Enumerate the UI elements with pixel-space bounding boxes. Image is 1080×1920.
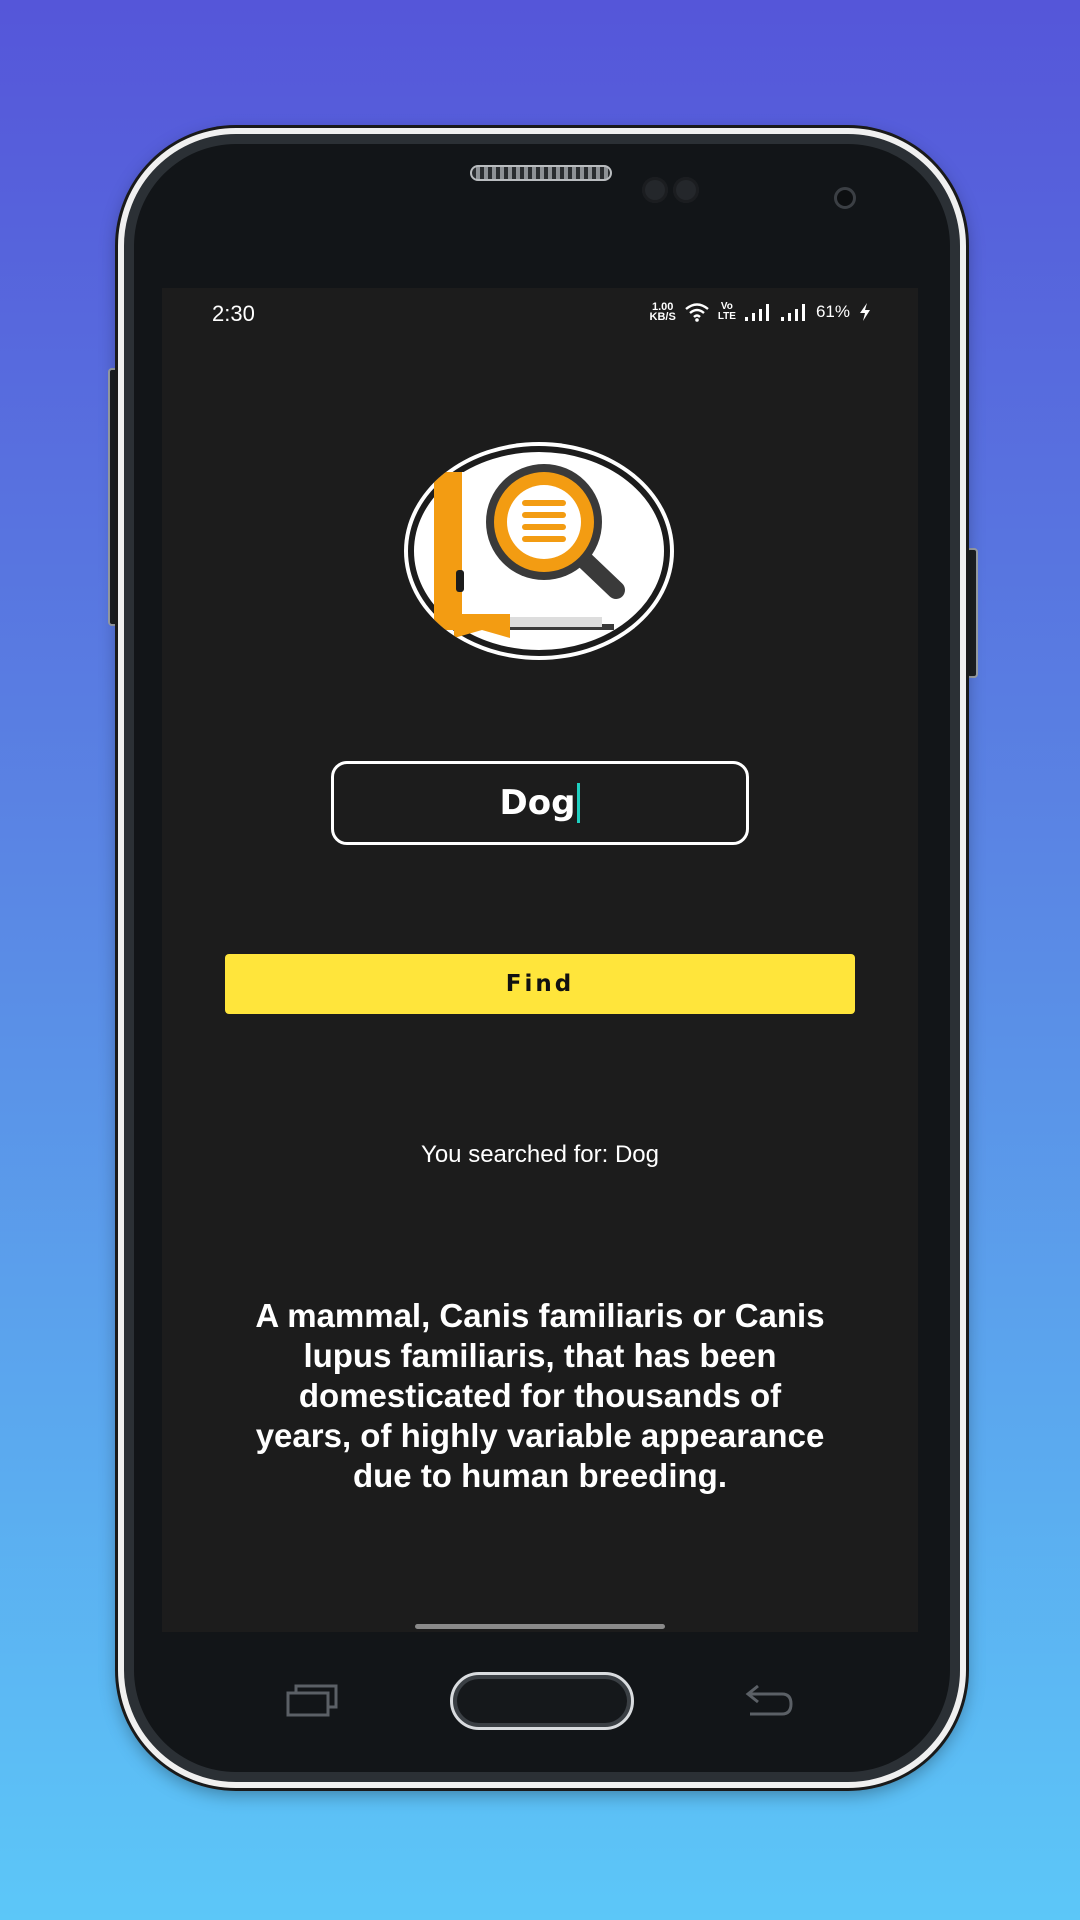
definition-text: A mammal, Canis familiaris or Canis lupu… — [255, 1297, 825, 1494]
search-input-value: Dog — [499, 783, 576, 823]
proximity-sensor — [642, 177, 668, 203]
gesture-home-indicator[interactable] — [415, 1624, 665, 1629]
network-speed-unit: KB/S — [649, 311, 676, 323]
searched-for-text: You searched for: Dog — [421, 1141, 659, 1168]
search-input[interactable]: Dog — [331, 761, 749, 845]
signal-icon — [744, 302, 772, 322]
status-time: 2:30 — [212, 301, 255, 326]
status-icons: 1.00 KB/S Vo LTE 61% — [649, 302, 872, 323]
status-bar: 2:30 1.00 KB/S Vo LTE 61% — [162, 288, 918, 342]
back-icon[interactable] — [744, 1680, 794, 1722]
network-speed: 1.00 KB/S — [649, 302, 676, 323]
volte-indicator: Vo LTE — [718, 302, 736, 322]
recent-apps-icon[interactable] — [286, 1683, 338, 1721]
phone-power-button — [966, 548, 978, 678]
home-button[interactable] — [450, 1672, 634, 1730]
battery-percentage: 61% — [815, 302, 850, 321]
find-button[interactable]: Find — [225, 954, 855, 1014]
app-screen: 2:30 1.00 KB/S Vo LTE 61% Dog Find You s… — [162, 288, 918, 1632]
dictionary-book-search-icon — [404, 442, 674, 660]
volte-bottom: LTE — [717, 311, 736, 322]
text-cursor — [577, 783, 581, 823]
signal-icon — [780, 302, 808, 322]
charging-bolt-icon — [858, 302, 872, 322]
wifi-icon — [684, 302, 710, 322]
light-sensor — [673, 177, 699, 203]
front-camera — [834, 187, 856, 209]
phone-speaker — [470, 165, 612, 181]
